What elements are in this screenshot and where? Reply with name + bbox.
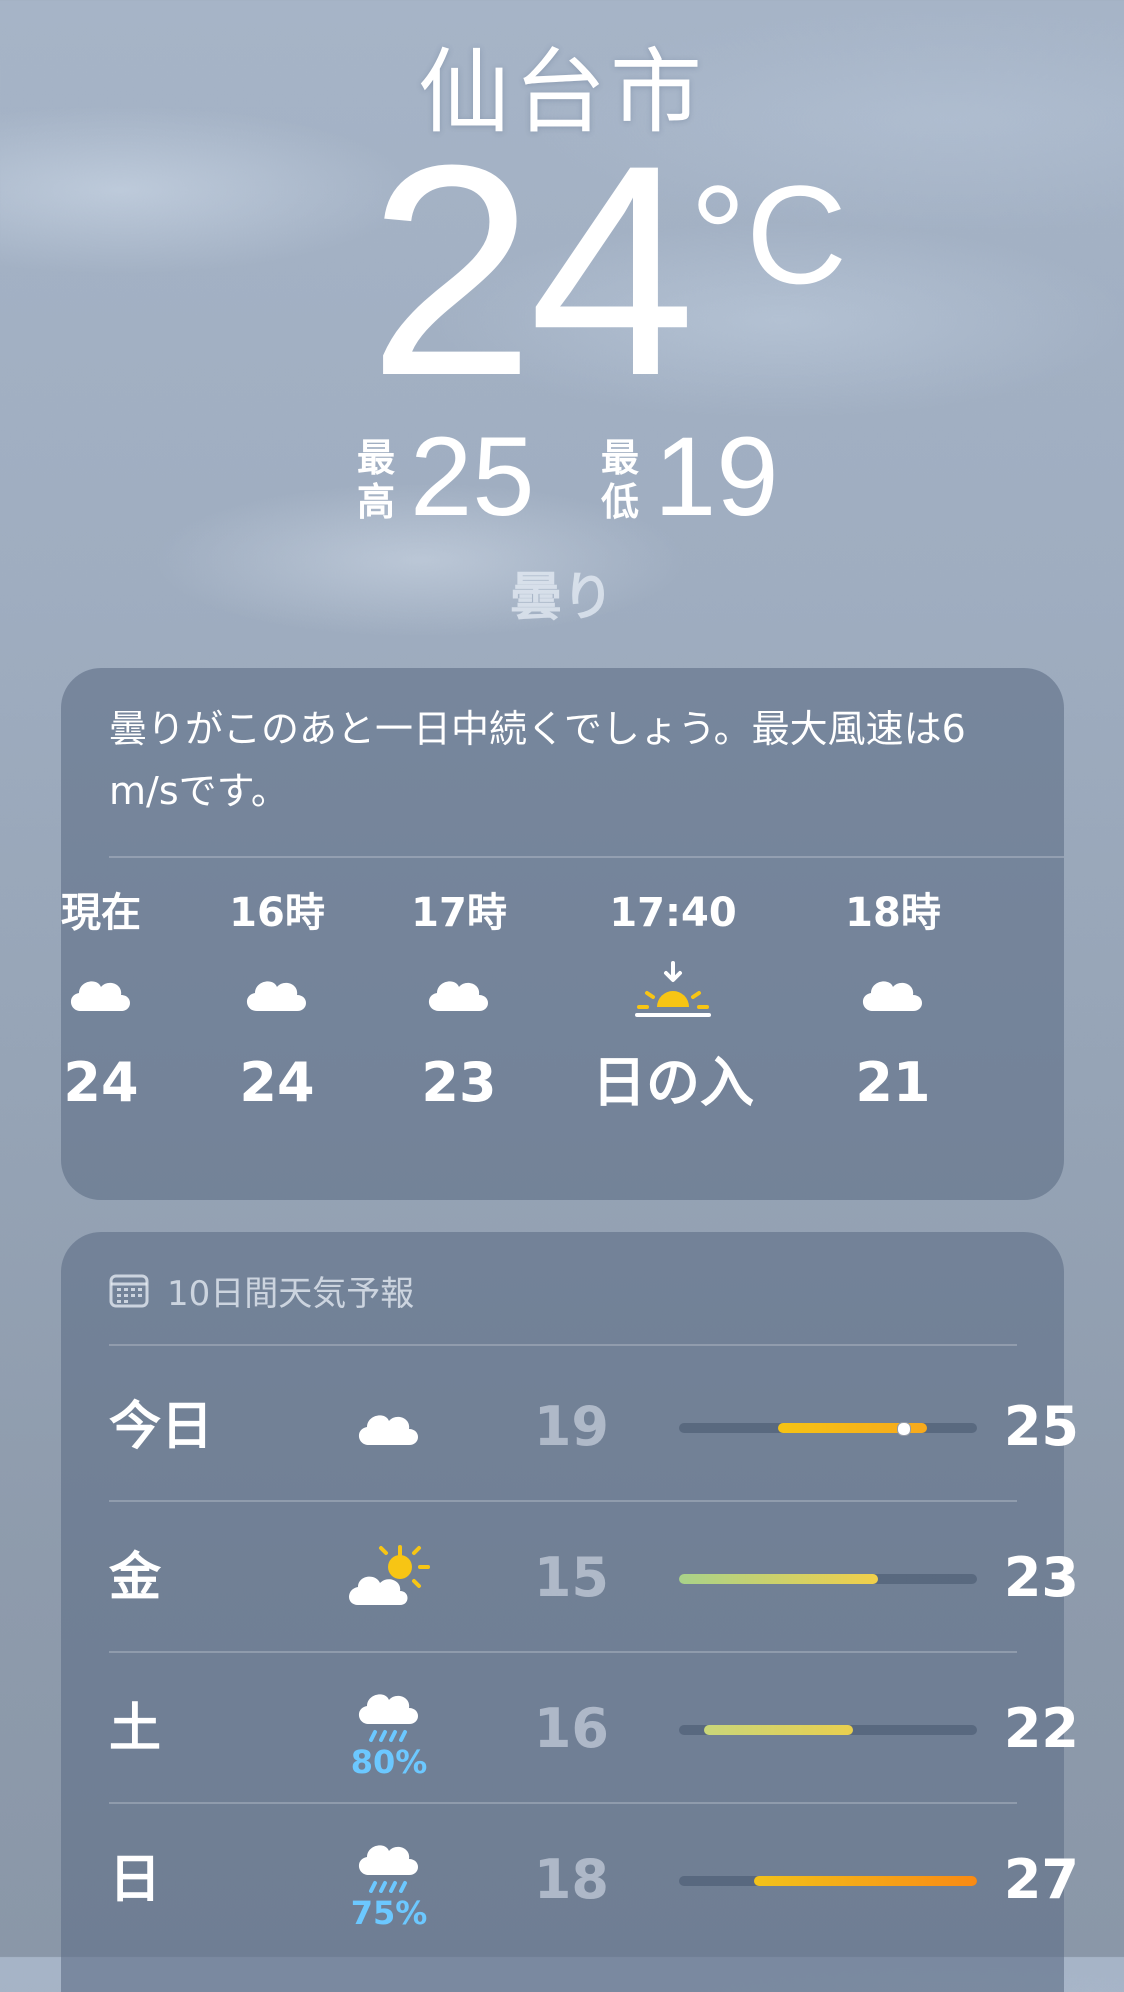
row-divider <box>109 1802 1017 1804</box>
current-temp-dot <box>896 1422 911 1436</box>
ten-day-forecast-card[interactable]: 10日間天気予報 今日 19 25 金 15 23 土 80% 16 22 日 75% 18 27 <box>61 1232 1079 1992</box>
low-temp: 16 <box>533 1697 609 1760</box>
day-label: 土 <box>109 1699 162 1759</box>
weather-condition: 曇り <box>509 568 614 628</box>
cloud-icon <box>329 1372 449 1482</box>
high-temperature: 25 <box>410 414 535 539</box>
daily-divider <box>109 1344 1017 1346</box>
current-weather-header: 仙台市 24 °C 最 高 25 最 低 19 曇り <box>0 0 1124 660</box>
temp-range-fill <box>753 1876 977 1886</box>
hour-time: 17時 <box>411 890 507 936</box>
forecast-summary: 曇りがこのあと一日中続くでしょう。最大風速は6 m/sです。 <box>109 707 966 813</box>
hourly-divider <box>109 856 1064 858</box>
high-label-char-1: 最 <box>356 436 395 480</box>
hour-value: 日の入 <box>592 1051 754 1114</box>
day-label: 今日 <box>109 1397 214 1457</box>
hour-value: 21 <box>855 1051 931 1114</box>
current-temperature-block: 24 °C <box>0 102 1124 438</box>
temp-range-bar <box>679 1422 977 1436</box>
daily-row[interactable]: 日 75% 18 27 <box>109 1805 1079 1955</box>
hour-time: 17:40 <box>609 890 737 936</box>
temp-range-bar <box>679 1876 977 1886</box>
partly-sunny-icon <box>329 1523 449 1633</box>
high-temp: 23 <box>1003 1546 1079 1609</box>
high-low-temperatures: 最 高 25 最 低 19 <box>0 421 1124 533</box>
ten-day-title: 10日間天気予報 <box>167 1273 415 1314</box>
daily-row[interactable]: 土 80% 16 22 <box>109 1654 1079 1804</box>
row-divider <box>109 1500 1017 1502</box>
rain-cloud-icon: 80% <box>329 1674 449 1784</box>
low-label: 最 低 <box>596 436 644 524</box>
cloud-icon <box>349 943 569 1043</box>
daily-row[interactable]: 金 15 23 <box>109 1503 1079 1653</box>
calendar-icon <box>109 1274 149 1308</box>
day-label: 日 <box>109 1850 162 1910</box>
hour-time: 18時 <box>845 890 941 936</box>
high-temp: 25 <box>1003 1395 1079 1458</box>
temp-range-fill <box>679 1574 878 1584</box>
high-label-char-2: 高 <box>356 480 395 524</box>
temp-range-bar <box>679 1725 977 1735</box>
day-label: 金 <box>109 1548 162 1608</box>
ten-day-header: 10日間天気予報 <box>109 1260 414 1320</box>
row-divider <box>109 1651 1017 1653</box>
high-temp: 22 <box>1003 1697 1079 1760</box>
hour-value: 23 <box>421 1051 497 1114</box>
temperature-unit: °C <box>690 156 848 313</box>
low-temp: 19 <box>533 1395 609 1458</box>
daily-row[interactable]: 今日 19 25 <box>109 1352 1079 1502</box>
temp-range-bar <box>679 1574 977 1584</box>
rain-cloud-icon: 75% <box>329 1825 449 1935</box>
temp-range-fill <box>703 1725 853 1735</box>
hourly-item: 17時 23 <box>349 883 569 1123</box>
precip-chance: 80% <box>350 1743 428 1781</box>
low-temp: 15 <box>533 1546 609 1609</box>
low-label-char-1: 最 <box>600 436 639 480</box>
low-label-char-2: 低 <box>600 480 639 524</box>
precip-chance: 75% <box>350 1894 428 1932</box>
high-temp: 27 <box>1003 1848 1079 1911</box>
hourly-forecast-card[interactable]: 曇りがこのあと一日中続くでしょう。最大風速は6 m/sです。 現在 24 16時 24… <box>61 668 1064 1200</box>
hourly-item: 18時 21 <box>783 883 1003 1123</box>
cloud-icon <box>783 943 1003 1043</box>
hourly-item: 17:40 日の入 <box>563 883 783 1123</box>
low-temp: 18 <box>533 1848 609 1911</box>
sunset-icon <box>563 943 783 1043</box>
low-temperature: 19 <box>654 414 779 539</box>
current-temperature: 24 <box>368 102 696 438</box>
high-label: 最 高 <box>352 436 400 524</box>
